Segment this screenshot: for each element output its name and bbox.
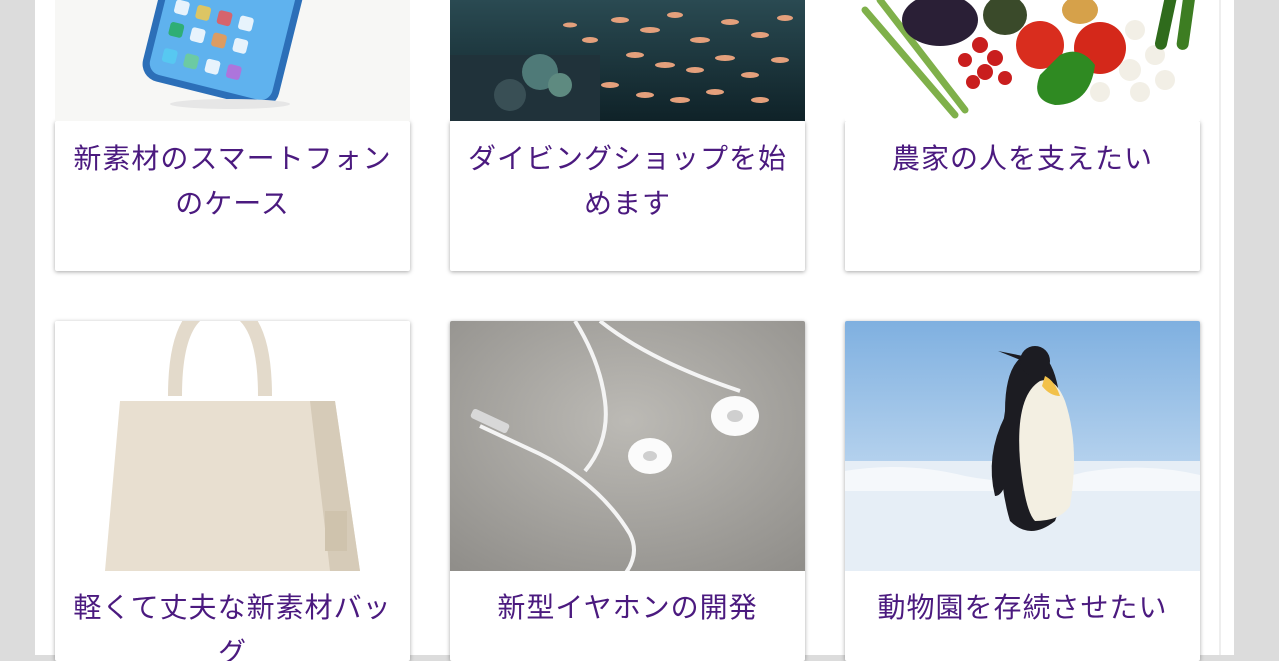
earphones-photo bbox=[450, 321, 805, 571]
project-grid: 新素材のスマートフォンのケース ダイビングショップを始めます 農家の人を支えたい… bbox=[35, 0, 1234, 661]
project-title: ダイビングショップを始めます bbox=[467, 142, 787, 220]
project-title: 新型イヤホンの開発 bbox=[497, 591, 758, 624]
project-card[interactable]: 軽くて丈夫な新素材バッグ bbox=[55, 321, 410, 661]
project-card[interactable]: 新素材のスマートフォンのケース bbox=[55, 121, 410, 271]
project-card[interactable]: 新型イヤホンの開発 bbox=[450, 321, 805, 661]
project-card[interactable]: 農家の人を支えたい bbox=[845, 121, 1200, 271]
underwater-fish-photo[interactable] bbox=[450, 0, 805, 121]
project-title: 動物園を存続させたい bbox=[877, 591, 1168, 624]
smartphone-case-photo[interactable] bbox=[55, 0, 410, 121]
vegetables-photo[interactable] bbox=[845, 0, 1200, 121]
project-card[interactable]: 動物園を存続させたい bbox=[845, 321, 1200, 661]
project-card[interactable]: ダイビングショップを始めます bbox=[450, 121, 805, 271]
penguin-photo bbox=[845, 321, 1200, 571]
project-title: 軽くて丈夫な新素材バッグ bbox=[73, 591, 392, 661]
project-title: 新素材のスマートフォンのケース bbox=[73, 142, 392, 220]
scroll-rail bbox=[1219, 0, 1221, 655]
canvas-tote-bag-photo bbox=[55, 321, 410, 571]
project-title: 農家の人を支えたい bbox=[891, 142, 1153, 175]
